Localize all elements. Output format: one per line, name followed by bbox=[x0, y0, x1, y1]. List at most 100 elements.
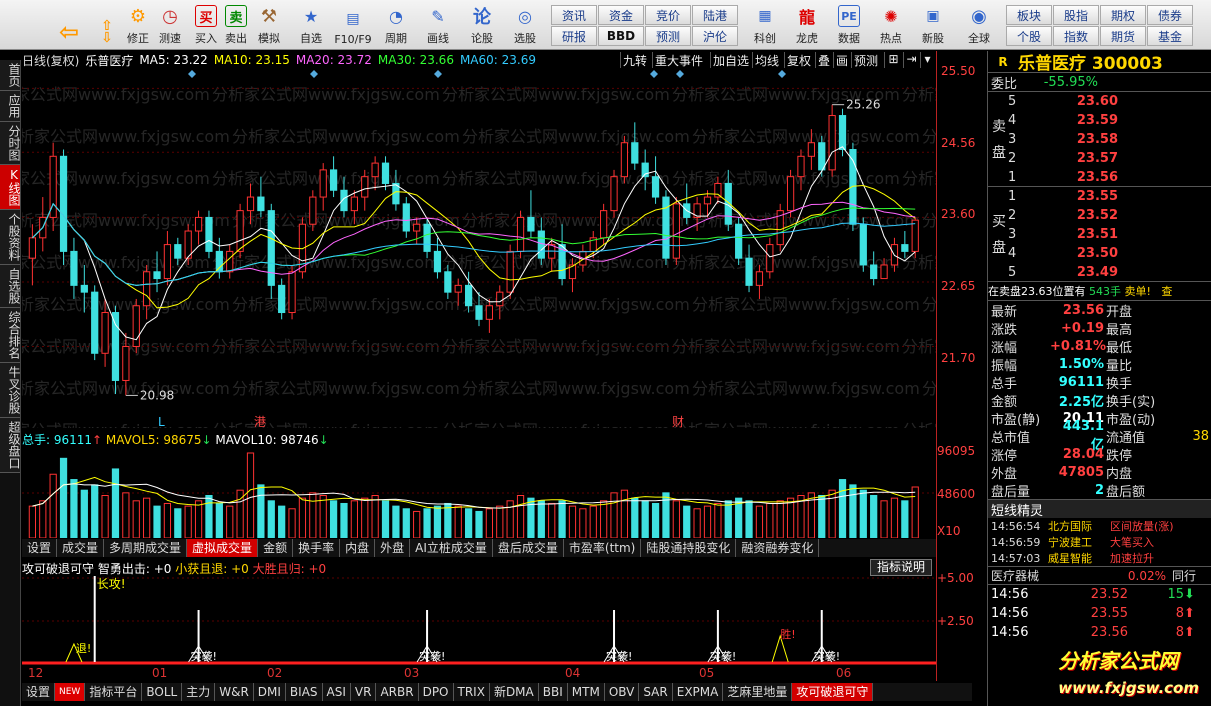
indicator-tab[interactable]: BBI bbox=[539, 683, 568, 701]
draw-line-button[interactable]: ✎ 画线 bbox=[420, 2, 456, 48]
kline-chart[interactable]: 分析家公式网www.fxjgsw.com分析家公式网www.fxjgsw.com… bbox=[22, 68, 936, 428]
buy-button[interactable]: 买 买入 bbox=[192, 2, 220, 48]
indicator-tab[interactable]: DMI bbox=[254, 683, 286, 701]
vol-tab[interactable]: 外盘 bbox=[375, 539, 411, 557]
tab-ranking[interactable]: 综合排名 bbox=[0, 308, 21, 363]
indicator-tab[interactable]: BOLL bbox=[142, 683, 183, 701]
vol-tab[interactable]: 陆股通持股变化 bbox=[641, 539, 737, 557]
forecast-chart-button[interactable]: 预测 bbox=[851, 52, 880, 68]
tab-super-quote[interactable]: 超级盘口 bbox=[0, 418, 21, 473]
sector-button[interactable]: 板块 bbox=[1006, 5, 1052, 25]
ipo-button[interactable]: ▣ 新股 bbox=[914, 2, 952, 48]
event-diamond-icon[interactable] bbox=[310, 70, 318, 78]
event-diamond-icon[interactable] bbox=[778, 70, 786, 78]
sell-button[interactable]: 卖 卖出 bbox=[222, 2, 250, 48]
back-button[interactable]: ⇦ bbox=[52, 2, 86, 48]
vol-tab[interactable]: 虚拟成交量 bbox=[187, 539, 259, 557]
period-button[interactable]: ◔ 周期 bbox=[378, 2, 414, 48]
funds-button[interactable]: 资金 bbox=[598, 5, 644, 25]
indices-button[interactable]: 指数 bbox=[1053, 26, 1099, 46]
overlay-button[interactable]: 叠 bbox=[815, 52, 832, 68]
indicator-help-button[interactable]: 指标说明 bbox=[870, 559, 933, 576]
global-button[interactable]: ◉ 全球 bbox=[958, 2, 1000, 48]
event-diamond-icon[interactable] bbox=[434, 70, 442, 78]
pin-icon[interactable]: ⊞ bbox=[884, 52, 902, 68]
indicator-tab[interactable]: 攻可破退可守 bbox=[792, 683, 874, 701]
vol-tab[interactable]: 多周期成交量 bbox=[104, 539, 188, 557]
indicator-tab[interactable]: 指标平台 bbox=[85, 683, 143, 701]
vol-tab[interactable]: 设置 bbox=[22, 539, 58, 557]
exit-icon[interactable]: ⇥ bbox=[903, 52, 919, 68]
short-item[interactable]: 14:57:03 威星智能 加速拉升 bbox=[988, 550, 1211, 566]
bbd-button[interactable]: BBD bbox=[598, 26, 644, 46]
speed-test-button[interactable]: ◷ 测速 bbox=[154, 2, 186, 48]
star-market-button[interactable]: ▦ 科创 bbox=[746, 2, 784, 48]
vol-tab[interactable]: 市盈率(ttm) bbox=[564, 539, 642, 557]
tab-apps[interactable]: 应用 bbox=[0, 91, 21, 122]
tab-kline[interactable]: K线图 bbox=[0, 165, 21, 210]
discuss-button[interactable]: 论 论股 bbox=[464, 2, 500, 48]
event-diamond-icon[interactable] bbox=[188, 70, 196, 78]
bonds-button[interactable]: 债券 bbox=[1147, 5, 1193, 25]
adjust-button[interactable]: 复权 bbox=[784, 52, 813, 68]
f10-button[interactable]: ▤ F10/F9 bbox=[332, 2, 374, 48]
event-mark[interactable]: L bbox=[158, 415, 165, 428]
stock-select-button[interactable]: ◎ 选股 bbox=[506, 2, 544, 48]
short-item[interactable]: 14:56:54 北方国际 区间放量(涨) bbox=[988, 518, 1211, 534]
home-button[interactable] bbox=[6, 2, 38, 48]
indicator-tab[interactable]: TRIX bbox=[454, 683, 490, 701]
indicator-tab[interactable]: ARBR bbox=[376, 683, 419, 701]
data-button[interactable]: PE 数据 bbox=[830, 2, 868, 48]
event-diamond-icon[interactable] bbox=[676, 70, 684, 78]
dragon-tiger-button[interactable]: 龍 龙虎 bbox=[788, 2, 826, 48]
major-events-button[interactable]: 重大事件 bbox=[652, 52, 705, 68]
indicator-tab[interactable]: ASI bbox=[323, 683, 351, 701]
vol-tab[interactable]: 融资融券变化 bbox=[736, 539, 820, 557]
indicator-tab[interactable]: 主力 bbox=[182, 683, 216, 701]
stocks-button[interactable]: 个股 bbox=[1006, 26, 1052, 46]
index-futures-button[interactable]: 股指 bbox=[1053, 5, 1099, 25]
indicator-tab[interactable]: DPO bbox=[419, 683, 454, 701]
vol-tab[interactable]: 内盘 bbox=[340, 539, 376, 557]
ma-button[interactable]: 均线 bbox=[752, 52, 781, 68]
options-button[interactable]: 期权 bbox=[1100, 5, 1146, 25]
vol-tab[interactable]: AI立桩成交量 bbox=[410, 539, 493, 557]
indicator-tab[interactable]: W&R bbox=[215, 683, 254, 701]
tab-watchlist[interactable]: 自选股 bbox=[0, 265, 21, 308]
tab-home[interactable]: 首页 bbox=[0, 60, 21, 91]
funds-fund-button[interactable]: 基金 bbox=[1147, 26, 1193, 46]
short-item[interactable]: 14:56:59 宁波建工 大笔买入 bbox=[988, 534, 1211, 550]
draw-button[interactable]: 画 bbox=[833, 52, 850, 68]
vol-tab[interactable]: 金额 bbox=[258, 539, 294, 557]
tab-profile[interactable]: 个股资料 bbox=[0, 210, 21, 265]
updown-button[interactable]: ⇧ ⇩ bbox=[96, 2, 118, 48]
indicator-tab[interactable]: MTM bbox=[568, 683, 605, 701]
dropdown-icon[interactable]: ▾ bbox=[920, 52, 934, 68]
indicator-tab[interactable]: BIAS bbox=[286, 683, 323, 701]
vol-tab[interactable]: 换手率 bbox=[293, 539, 341, 557]
peer-button[interactable]: 同行 bbox=[1172, 567, 1196, 584]
indicator-tab[interactable]: OBV bbox=[605, 683, 640, 701]
sh-london-button[interactable]: 沪伦 bbox=[692, 26, 738, 46]
forecast-button[interactable]: 预测 bbox=[645, 26, 691, 46]
event-diamond-icon[interactable] bbox=[650, 70, 658, 78]
short-wizard-list[interactable]: 14:56:54 北方国际 区间放量(涨) 14:56:59 宁波建工 大笔买入 14:57… bbox=[988, 518, 1211, 566]
sector-row[interactable]: 医疗器械 0.02% 同行 bbox=[988, 566, 1211, 585]
nine-turn-button[interactable]: 九转 bbox=[620, 52, 649, 68]
indicator-tab[interactable]: SAR bbox=[639, 683, 673, 701]
tab-diagnosis[interactable]: 牛叉诊股 bbox=[0, 363, 21, 418]
indicator-tab[interactable]: EXPMA bbox=[673, 683, 724, 701]
tab-intraday[interactable]: 分时图 bbox=[0, 122, 21, 165]
research-button[interactable]: 研报 bbox=[551, 26, 597, 46]
vol-tab[interactable]: 成交量 bbox=[57, 539, 105, 557]
event-mark[interactable]: 港 bbox=[254, 415, 266, 428]
vol-tab[interactable]: 盘后成交量 bbox=[493, 539, 564, 557]
add-watchlist-button[interactable]: 加自选 bbox=[710, 52, 751, 68]
simulate-button[interactable]: ⚒ 模拟 bbox=[254, 2, 284, 48]
indicator-tab[interactable]: VR bbox=[351, 683, 377, 701]
futures-button[interactable]: 期货 bbox=[1100, 26, 1146, 46]
auction-button[interactable]: 竞价 bbox=[645, 5, 691, 25]
event-mark[interactable]: 财 bbox=[672, 415, 684, 428]
fix-button[interactable]: ⚙ 修正 bbox=[122, 2, 154, 48]
hotspot-button[interactable]: ✺ 热点 bbox=[872, 2, 910, 48]
